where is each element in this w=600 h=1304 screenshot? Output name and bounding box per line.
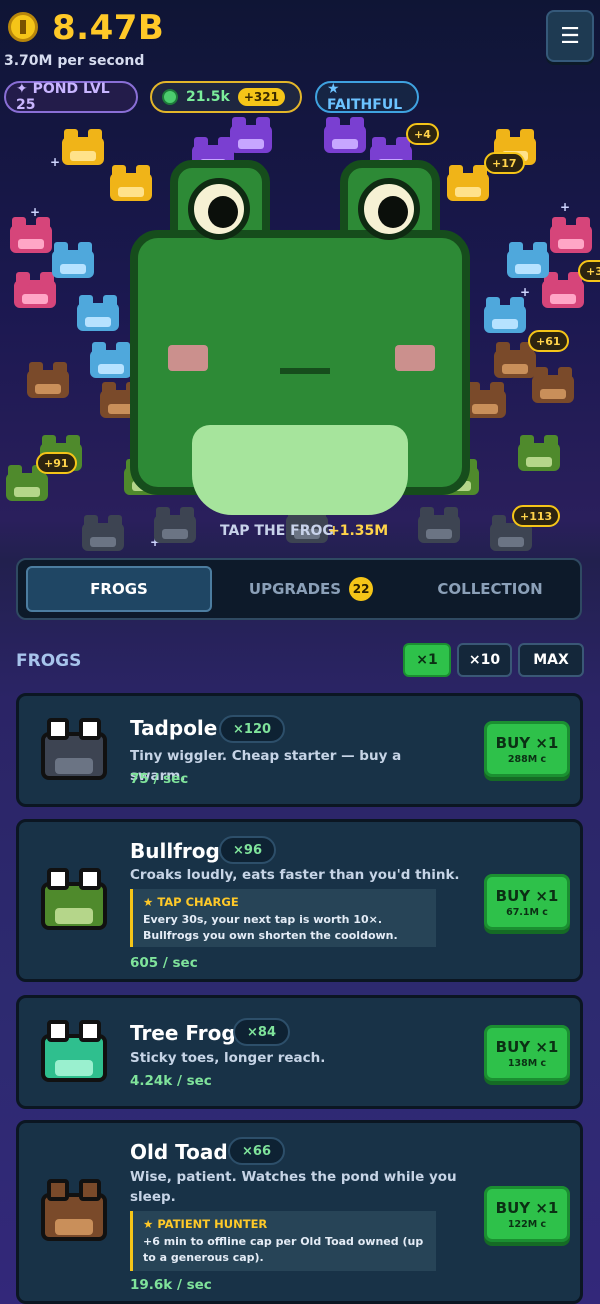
frog-belly xyxy=(192,425,408,515)
frog-name: Tadpole xyxy=(130,716,218,740)
frog-mouth xyxy=(280,360,330,374)
mini-frog-blue xyxy=(482,295,528,335)
mini-frog-purple xyxy=(322,115,368,155)
frog-card-bullfrog: Bullfrog ×96 Croaks loudly, eats faster … xyxy=(16,819,583,982)
gem-counter[interactable]: 21.5k +321 xyxy=(150,81,302,113)
old-toad-portrait-icon xyxy=(41,1179,107,1241)
quantity-x10-button[interactable]: ×10 xyxy=(457,643,512,677)
buy-label: BUY ×1 xyxy=(495,733,559,752)
pond-level-badge[interactable]: ✦ POND LVL 25 xyxy=(4,81,138,113)
mini-frog-blue xyxy=(88,340,134,380)
buy-button[interactable]: BUY ×1 288M c xyxy=(484,721,570,777)
frog-description: Wise, patient. Watches the pond while yo… xyxy=(130,1169,457,1205)
ability-box: ★ PATIENT HUNTER +6 min to offline cap p… xyxy=(130,1211,436,1271)
frog-description: Sticky toes, longer reach. xyxy=(130,1050,326,1066)
mini-frog-pink xyxy=(8,215,54,255)
frog-eye xyxy=(188,178,250,240)
tab-collection[interactable]: COLLECTION xyxy=(400,566,580,612)
ability-title: ★ PATIENT HUNTER xyxy=(143,1217,268,1231)
gem-bonus-badge: +321 xyxy=(237,88,285,106)
buy-cost: 67.1M c xyxy=(506,906,548,918)
mini-frog-blue xyxy=(505,240,551,280)
mini-frog-gray xyxy=(416,505,462,545)
tab-bar: FROGS UPGRADES 22 COLLECTION xyxy=(16,558,582,620)
frog-rate: 19.6k / sec xyxy=(130,1277,212,1293)
frog-name: Tree Frog xyxy=(130,1021,236,1045)
buy-button[interactable]: BUY ×1 67.1M c xyxy=(484,874,570,930)
upgrades-count-badge: 22 xyxy=(349,577,374,601)
star-icon: + xyxy=(50,155,61,169)
hamburger-icon: ☰ xyxy=(560,23,580,49)
frog-name: Bullfrog xyxy=(130,839,220,863)
tap-prompt: TAP THE FROG xyxy=(220,523,334,539)
star-icon: + xyxy=(560,200,571,214)
coin-balance: 8.47B xyxy=(52,8,165,48)
frog-cheek xyxy=(395,345,435,371)
tadpole-portrait-icon xyxy=(41,718,107,780)
bullfrog-portrait-icon xyxy=(41,868,107,930)
coin-icon xyxy=(8,12,38,42)
buy-button[interactable]: BUY ×1 138M c xyxy=(484,1025,570,1081)
coin-rate: 3.70M per second xyxy=(4,53,145,69)
coin-popup: +113 xyxy=(512,505,561,527)
coin-popup: +61 xyxy=(528,330,569,352)
mini-frog-brown xyxy=(25,360,71,400)
coin-popup: +17 xyxy=(484,152,525,174)
frog-cheek xyxy=(168,345,208,371)
tap-gain: +1.35M xyxy=(328,523,389,539)
frog-owned-count: ×120 xyxy=(219,715,286,743)
mini-frog-green xyxy=(516,433,562,473)
frog-owned-count: ×96 xyxy=(219,836,276,864)
buy-button[interactable]: BUY ×1 122M c xyxy=(484,1186,570,1242)
buy-cost: 288M c xyxy=(507,753,547,765)
header: 8.47B 3.70M per second ☰ ✦ POND LVL 25 2… xyxy=(0,0,600,115)
frog-description: Croaks loudly, eats faster than you'd th… xyxy=(130,867,460,883)
mini-frog-blue xyxy=(50,240,96,280)
menu-button[interactable]: ☰ xyxy=(546,10,594,62)
section-title: FROGS xyxy=(16,651,82,671)
tab-frogs[interactable]: FROGS xyxy=(26,566,212,612)
tree-frog-portrait-icon xyxy=(41,1020,107,1082)
frog-owned-count: ×66 xyxy=(228,1137,285,1165)
mini-frog-brown xyxy=(530,365,576,405)
frog-rate: 75 / sec xyxy=(130,771,189,787)
buy-label: BUY ×1 xyxy=(495,1198,559,1217)
gem-icon xyxy=(162,89,178,105)
mini-frog-pink xyxy=(548,215,594,255)
frog-owned-count: ×84 xyxy=(233,1018,290,1046)
buy-cost: 122M c xyxy=(507,1218,547,1230)
ability-title: ★ TAP CHARGE xyxy=(143,895,239,909)
buy-label: BUY ×1 xyxy=(495,1037,559,1056)
frog-rate: 4.24k / sec xyxy=(130,1073,212,1089)
gem-amount: 21.5k xyxy=(186,89,230,105)
mini-frog-gray xyxy=(152,505,198,545)
frog-rate: 605 / sec xyxy=(130,955,198,971)
tab-upgrades[interactable]: UPGRADES 22 xyxy=(218,566,404,612)
ability-text: +6 min to offline cap per Old Toad owned… xyxy=(143,1235,424,1264)
quantity-x1-button[interactable]: ×1 xyxy=(403,643,451,677)
ability-box: ★ TAP CHARGE Every 30s, your next tap is… xyxy=(130,889,436,947)
frog-card-tree-frog: Tree Frog ×84 Sticky toes, longer reach.… xyxy=(16,995,583,1109)
game-screen: 8.47B 3.70M per second ☰ ✦ POND LVL 25 2… xyxy=(0,0,600,1304)
coin-popup: +91 xyxy=(36,452,77,474)
frog-name: Old Toad xyxy=(130,1140,228,1164)
mini-frog-blue xyxy=(75,293,121,333)
quantity-max-button[interactable]: MAX xyxy=(518,643,584,677)
faithful-badge[interactable]: ★ FAITHFUL xyxy=(315,81,419,113)
frog-stage: + + + + + +4 +17 +3 +61 +91 +113 TAP THE… xyxy=(0,115,600,555)
buy-cost: 138M c xyxy=(507,1057,547,1069)
tab-upgrades-label: UPGRADES xyxy=(248,580,342,598)
frog-card-tadpole: Tadpole ×120 Tiny wiggler. Cheap starter… xyxy=(16,693,583,807)
mini-frog-gray xyxy=(80,513,126,553)
coin-popup: +4 xyxy=(406,123,439,145)
buy-label: BUY ×1 xyxy=(495,886,559,905)
coin-popup: +3 xyxy=(578,260,600,282)
mini-frog-gold xyxy=(60,127,106,167)
mini-frog-purple xyxy=(228,115,274,155)
big-frog-tap-target[interactable] xyxy=(130,160,470,515)
frog-eye xyxy=(358,178,420,240)
frog-card-old-toad: Old Toad ×66 Wise, patient. Watches the … xyxy=(16,1120,583,1304)
ability-text: Every 30s, your next tap is worth 10×. B… xyxy=(143,913,398,942)
